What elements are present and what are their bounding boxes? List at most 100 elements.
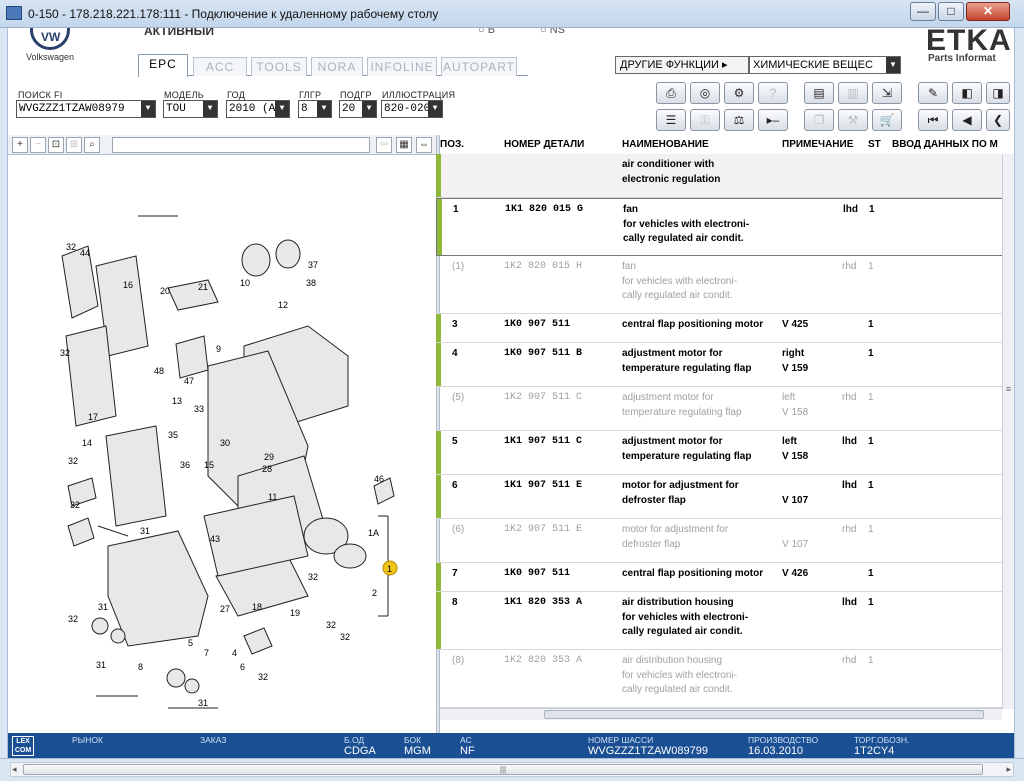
chevron-down-icon[interactable]: ▼ (203, 101, 217, 117)
zoom-window-icon[interactable]: ⊞ (66, 137, 82, 153)
window-horizontal-scrollbar[interactable]: ◂ ||| ▸ (0, 758, 1024, 781)
table-row[interactable]: 3 1K0 907 511 central flap positioning mot… (436, 314, 1002, 343)
table-vertical-scrollbar[interactable]: ≡ (1002, 154, 1014, 709)
scroll-thumb[interactable] (544, 710, 984, 719)
scroll-track[interactable]: ◂ ||| ▸ (10, 762, 1014, 777)
fi-search-input[interactable]: WVGZZZ1TZAW08979 ▼ (16, 100, 156, 118)
cart-arrow-icon[interactable]: ⇲ (872, 82, 902, 104)
copy-icon[interactable]: ❐ (804, 109, 834, 131)
play-minus-icon[interactable]: ▸‒ (758, 109, 788, 131)
production-label: ПРОИЗВОДСТВО (748, 735, 819, 745)
key-icon[interactable]: ⚿ (690, 109, 720, 131)
other-functions-label[interactable]: ДРУГИЕ ФУНКЦИИ ▸ (615, 56, 749, 74)
scroll-thumb[interactable]: ||| (23, 764, 983, 775)
svg-text:32: 32 (70, 500, 80, 510)
table-row[interactable]: 1 1K1 820 015 G fan for vehicles with elec… (436, 198, 1002, 256)
row-position: 4 (452, 348, 458, 359)
row-status-bar (436, 343, 441, 386)
svg-text:5: 5 (188, 638, 193, 648)
model-select[interactable]: TOU ▼ (163, 100, 218, 118)
zoom-fit-icon[interactable]: ⊡ (48, 137, 64, 153)
illustration-path-field[interactable] (112, 137, 370, 153)
chevron-down-icon[interactable]: ▼ (317, 101, 331, 117)
table-row[interactable]: 7 1K0 907 511 central flap positioning mot… (436, 563, 1002, 592)
col-name[interactable]: НАИМЕНОВАНИЕ (622, 139, 709, 150)
table-row[interactable]: 6 1K1 907 511 E motor for adjustment for d… (436, 475, 1002, 519)
print-icon[interactable]: ⎙ (656, 82, 686, 104)
elsa-icon[interactable]: ▤ (804, 82, 834, 104)
functions-dropdown[interactable]: ХИМИЧЕСКИЕ ВЕЩЕС ▼ (749, 56, 901, 74)
search-icon[interactable]: ⌕ (84, 137, 100, 153)
scroll-left-icon[interactable]: ◂ (12, 764, 17, 775)
chevron-down-icon[interactable]: ▼ (362, 101, 376, 117)
functions-dropdown-value: ХИМИЧЕСКИЕ ВЕЩЕС (753, 59, 873, 71)
chevron-down-icon[interactable]: ▼ (428, 101, 442, 117)
tab-tools[interactable]: TOOLS (251, 57, 307, 76)
back-icon[interactable]: ❮ (986, 109, 1010, 131)
tab-infoline[interactable]: INFOLINE (367, 57, 437, 76)
col-part-number[interactable]: НОМЕР ДЕТАЛИ (504, 139, 584, 150)
tools-icon[interactable]: ⚒ (838, 109, 868, 131)
list-icon[interactable]: ☰ (656, 109, 686, 131)
prev-page-icon[interactable]: ◀ (952, 109, 982, 131)
zoom-in-icon[interactable]: + (12, 137, 28, 153)
window-right-icon[interactable]: ◨ (986, 82, 1010, 104)
parts-illustration[interactable]: 32 44 16 20 21 10 37 38 12 9 32 47 48 13 33 35 3… (8, 156, 436, 736)
col-note[interactable]: ПРИМЕЧАНИЕ (782, 139, 853, 150)
table-row[interactable]: 5 1K1 907 511 C adjustment motor for tempe… (436, 431, 1002, 475)
window-left-border (0, 28, 8, 758)
chevron-down-icon[interactable]: ▼ (141, 101, 155, 117)
row-position: (5) (452, 392, 465, 403)
col-model-data[interactable]: ВВОД ДАННЫХ ПО М (892, 139, 998, 150)
table-row[interactable]: (6) 1K2 907 511 E motor for adjustment for… (436, 519, 1002, 563)
minimize-button[interactable]: — (910, 2, 936, 21)
disc-icon[interactable]: ◎ (690, 82, 720, 104)
tab-epc[interactable]: EPC (138, 54, 188, 77)
table-row[interactable]: (5) 1K2 907 511 C adjustment motor for tem… (436, 387, 1002, 431)
radio-b[interactable]: ○ B (478, 28, 495, 36)
scale-icon[interactable]: ⚖ (724, 109, 754, 131)
split-icon[interactable]: ⇔ (416, 137, 432, 153)
col-st[interactable]: ST (868, 139, 881, 150)
row-name: air distribution housing for vehicles wi… (622, 655, 738, 695)
scroll-thumb[interactable]: ≡ (1004, 384, 1013, 400)
table-row[interactable]: air conditioner with electronic regulati… (436, 154, 1002, 198)
table-row[interactable]: 8 1K1 820 353 A air distribution housing f… (436, 592, 1002, 650)
row-quantity: 1 (868, 392, 874, 403)
tab-nora[interactable]: NORA (311, 57, 363, 76)
scroll-right-icon[interactable]: ▸ (1006, 764, 1011, 775)
table-row[interactable]: (8) 1K2 820 353 A air distribution housing… (436, 650, 1002, 708)
title-bar: 0-150 - 178.218.221.178:111 - Подключени… (0, 0, 1024, 28)
close-button[interactable]: ✕ (966, 2, 1010, 21)
sub-group-select[interactable]: 20 ▼ (339, 100, 377, 118)
year-select[interactable]: 2010 (A) ▼ (226, 100, 290, 118)
table-row[interactable]: (1) 1K2 820 015 H fan for vehicles with el… (436, 256, 1002, 314)
pin-icon[interactable]: ✎ (918, 82, 948, 104)
layout-icon[interactable]: ▦ (396, 137, 412, 153)
row-region: rhd (842, 655, 857, 666)
row-note: V 107 (782, 538, 809, 550)
row-part-number: 1K0 907 511 B (504, 348, 583, 359)
tab-acc[interactable]: ACC (193, 57, 247, 76)
row-position: 6 (452, 480, 458, 491)
depot-icon[interactable]: ▥ (838, 82, 868, 104)
first-page-icon[interactable]: ⏮ (918, 109, 948, 131)
window-left-icon[interactable]: ◧ (952, 82, 982, 104)
illustration-select[interactable]: 820-020 ▼ (381, 100, 443, 118)
maximize-button[interactable]: □ (938, 2, 964, 21)
zoom-out-icon[interactable]: − (30, 137, 46, 153)
chevron-down-icon[interactable]: ▼ (275, 101, 289, 117)
chevron-down-icon[interactable]: ▼ (886, 57, 900, 73)
col-pos[interactable]: ПОЗ. (440, 139, 464, 150)
row-note: V 425 (782, 319, 809, 330)
car-tools-icon[interactable]: ⚙ (724, 82, 754, 104)
cart-icon[interactable]: 🛒 (872, 109, 902, 131)
prev-ill-icon[interactable]: ⇦ (376, 137, 392, 153)
main-group-select[interactable]: 8 ▼ (298, 100, 332, 118)
table-horizontal-scrollbar[interactable] (440, 708, 1002, 720)
help-icon[interactable]: ? (758, 82, 788, 104)
table-row[interactable]: 4 1K0 907 511 B adjustment motor for tempe… (436, 343, 1002, 387)
row-position: (8) (452, 655, 465, 666)
tab-autopart[interactable]: AUTOPART (441, 57, 517, 76)
radio-ns[interactable]: ○ NS (540, 28, 565, 36)
